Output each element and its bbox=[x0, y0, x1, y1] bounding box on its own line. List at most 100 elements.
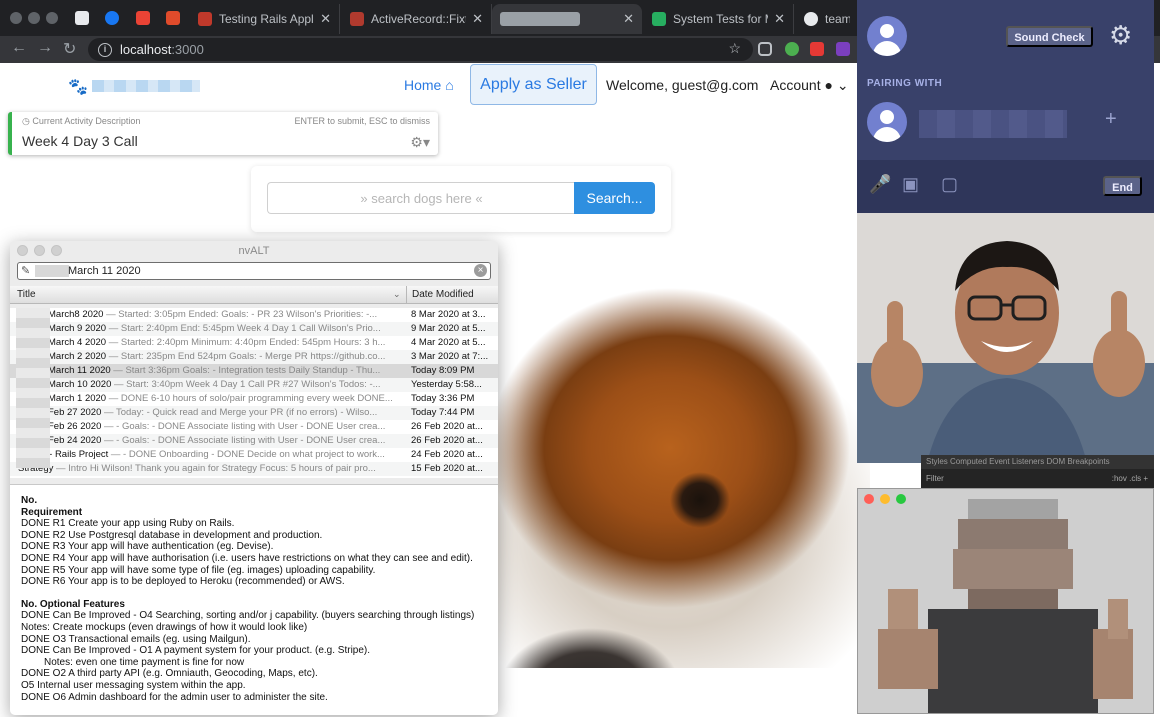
tab-close-icon[interactable]: ✕ bbox=[320, 11, 331, 27]
pinned-tab-alert-icon[interactable] bbox=[166, 11, 180, 25]
id-extension-icon[interactable] bbox=[810, 42, 824, 56]
note-row-selected[interactable]: March 11 2020 — Start 3:36pm Goals: - In… bbox=[10, 364, 498, 378]
tab-testing-rails[interactable]: Testing Rails Applica ✕ bbox=[190, 4, 340, 34]
window-zoom-dot[interactable] bbox=[46, 12, 58, 24]
video-minimize-dot[interactable] bbox=[880, 494, 890, 504]
note-line: O5 Internal user messaging system within… bbox=[21, 679, 246, 691]
tab-favicon-icon bbox=[500, 12, 580, 26]
devtools-tabs[interactable]: Styles Computed Event Listeners DOM Brea… bbox=[921, 455, 1154, 469]
video-zoom-dot[interactable] bbox=[896, 494, 906, 504]
pocket-extension-icon[interactable] bbox=[758, 42, 772, 56]
activity-label: ◷ Current Activity Description bbox=[22, 116, 141, 126]
note-row[interactable]: Feb 24 2020 — - Goals: - DONE Associate … bbox=[10, 434, 498, 448]
tab-active[interactable]: ✕ bbox=[492, 4, 642, 34]
window-minimize-dot[interactable] bbox=[28, 12, 40, 24]
nvalt-title: nvALT bbox=[238, 245, 270, 257]
evernote-extension-icon[interactable] bbox=[785, 42, 799, 56]
gear-icon[interactable]: ⚙▾ bbox=[410, 134, 430, 151]
activity-description-widget[interactable]: ◷ Current Activity Description ENTER to … bbox=[8, 112, 438, 155]
account-dropdown[interactable]: Account ● ⌄ bbox=[770, 77, 849, 94]
back-arrow-icon[interactable]: ← bbox=[11, 39, 27, 57]
note-row[interactable]: Wilson - Rails Project — - DONE Onboardi… bbox=[10, 448, 498, 462]
note-row[interactable]: March 4 2020 — Started: 2:40pm Minimum: … bbox=[10, 336, 498, 350]
note-line: Requirement bbox=[21, 506, 83, 518]
note-line: DONE O3 Transactional emails (eg. using … bbox=[21, 633, 251, 645]
search-button[interactable]: Search... bbox=[574, 182, 655, 214]
tab-close-icon[interactable]: ✕ bbox=[774, 11, 785, 27]
self-avatar bbox=[867, 16, 907, 56]
paw-logo-icon[interactable]: 🐾 bbox=[68, 77, 88, 97]
settings-gear-icon[interactable]: ⚙ bbox=[1109, 20, 1132, 51]
pinned-tab-doc-icon[interactable] bbox=[75, 11, 89, 25]
github-icon bbox=[804, 12, 818, 26]
apply-as-seller-button[interactable]: Apply as Seller bbox=[470, 64, 597, 105]
note-row[interactable]: Feb 26 2020 — - Goals: - DONE Associate … bbox=[10, 420, 498, 434]
clock-icon: ◷ bbox=[22, 116, 30, 126]
note-row[interactable]: March 10 2020 — Start: 3:40pm Week 4 Day… bbox=[10, 378, 498, 392]
home-icon: ⌂ bbox=[445, 77, 454, 93]
note-line: DONE R2 Use Postgresql database in devel… bbox=[21, 529, 323, 541]
end-call-button[interactable]: End bbox=[1103, 176, 1142, 196]
column-title[interactable]: Title bbox=[17, 289, 36, 300]
note-row[interactable]: Strategy — Intro Hi Wilson! Thank you ag… bbox=[10, 462, 498, 476]
devtools-panel: Styles Computed Event Listeners DOM Brea… bbox=[921, 455, 1154, 490]
note-line: No. Optional Features bbox=[21, 598, 125, 610]
tab-activerecord-fixtures[interactable]: ActiveRecord::Fixture ✕ bbox=[342, 4, 492, 34]
tab-close-icon[interactable]: ✕ bbox=[472, 11, 483, 27]
onenote-extension-icon[interactable] bbox=[836, 42, 850, 56]
camera-off-icon[interactable]: ▣ bbox=[902, 174, 919, 195]
note-row[interactable]: March8 2020 — Started: 3:05pm Ended: Goa… bbox=[10, 308, 498, 322]
note-row[interactable]: March 2 2020 — Start: 235pm End 524pm Go… bbox=[10, 350, 498, 364]
welcome-message: Welcome, guest@g.com bbox=[606, 77, 759, 93]
forward-arrow-icon[interactable]: → bbox=[37, 39, 53, 57]
note-line: DONE Can Be Improved - O4 Searching, sor… bbox=[21, 610, 475, 622]
pencil-icon: ✎ bbox=[21, 265, 31, 277]
note-line: DONE R6 Your app is to be deployed to He… bbox=[21, 576, 345, 588]
partner-video-feed bbox=[857, 213, 1154, 463]
bookmark-star-icon[interactable]: ☆ bbox=[728, 40, 741, 57]
note-editor[interactable]: No. Requirement DONE R1 Create your app us… bbox=[10, 484, 498, 715]
activity-hint: ENTER to submit, ESC to dismiss bbox=[294, 116, 430, 126]
clear-search-icon[interactable]: × bbox=[474, 264, 487, 277]
note-line: No. bbox=[21, 495, 38, 506]
note-blank-line bbox=[21, 588, 498, 599]
navbar-brand[interactable] bbox=[92, 80, 200, 92]
pairing-panel: Sound Check ⚙ PAIRING WITH + 🎤 ▣ ▢ End bbox=[857, 0, 1154, 213]
tab-teamcal[interactable]: teamca bbox=[796, 4, 858, 34]
address-bar[interactable]: i localhost:3000 ☆ bbox=[88, 38, 753, 61]
reload-icon[interactable]: ↻ bbox=[63, 39, 76, 59]
note-row[interactable]: Feb 27 2020 — Today: - Quick read and Me… bbox=[10, 406, 498, 420]
activity-value[interactable]: Week 4 Day 3 Call bbox=[22, 133, 138, 149]
video-close-dot[interactable] bbox=[864, 494, 874, 504]
column-date-modified[interactable]: Date Modified bbox=[406, 286, 474, 304]
redacted-text bbox=[35, 265, 69, 277]
devtools-filter[interactable]: Filter:hov .cls + bbox=[921, 472, 1154, 486]
add-user-icon[interactable]: + bbox=[1105, 108, 1117, 131]
note-row[interactable]: March 9 2020 — Start: 2:40pm End: 5:45pm… bbox=[10, 322, 498, 336]
note-line: DONE R4 Your app will have authorisation… bbox=[21, 552, 473, 564]
window-close-dot[interactable] bbox=[10, 12, 22, 24]
note-line: DONE O6 Admin dashboard for the admin us… bbox=[21, 691, 328, 703]
screen-share-off-icon[interactable]: ▢ bbox=[941, 174, 958, 195]
pinned-tab-gmail-icon[interactable] bbox=[136, 11, 150, 25]
note-line: DONE O2 A third party API (e.g. Omniauth… bbox=[21, 668, 318, 680]
partner-video-image bbox=[857, 213, 1154, 463]
sort-chevron-icon: ⌄ bbox=[393, 289, 401, 299]
nvalt-search-field[interactable]: ✎ March 11 2020 × bbox=[17, 262, 491, 280]
tab-close-icon[interactable]: ✕ bbox=[623, 11, 634, 27]
partner-name-redacted bbox=[919, 110, 1067, 138]
redacted-title-prefix bbox=[16, 308, 50, 468]
search-input[interactable] bbox=[267, 182, 575, 214]
sound-check-button[interactable]: Sound Check bbox=[1006, 26, 1093, 47]
partner-avatar bbox=[867, 102, 907, 142]
self-video-image bbox=[858, 489, 1153, 713]
note-line: Notes: even one time payment is fine for… bbox=[44, 656, 245, 668]
note-row[interactable]: March 1 2020 — DONE 6-10 hours of solo/p… bbox=[10, 392, 498, 406]
tab-favicon-icon bbox=[350, 12, 364, 26]
pinned-tab-messenger-icon[interactable] bbox=[105, 11, 119, 25]
site-info-icon[interactable]: i bbox=[98, 42, 112, 57]
nav-home-link[interactable]: Home ⌂ bbox=[404, 77, 454, 93]
tab-system-tests[interactable]: System Tests for Ma ✕ bbox=[644, 4, 794, 34]
chevron-down-icon: ⌄ bbox=[836, 77, 849, 93]
microphone-icon[interactable]: 🎤 bbox=[869, 174, 891, 195]
